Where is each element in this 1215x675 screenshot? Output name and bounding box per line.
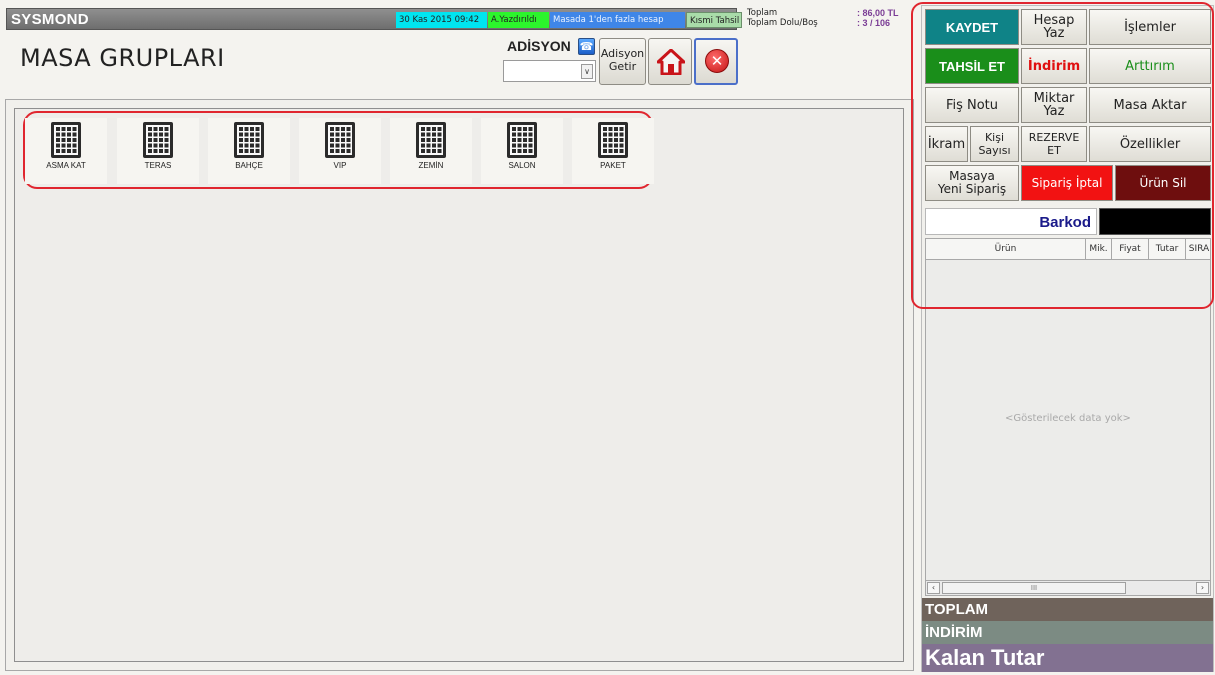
adisyon-getir-line2: Getir — [608, 60, 637, 73]
building-icon — [416, 122, 446, 158]
app-brand: SYSMOND — [11, 11, 89, 28]
table-groups-area — [14, 108, 904, 662]
info-message-badge: Masada 1'den fazla hesap — [550, 12, 685, 28]
adisyon-getir-button[interactable]: Adisyon Getir — [599, 38, 646, 85]
empty-grid-message: <Gösterilecek data yok> — [1005, 413, 1131, 424]
print-status-badge: A.Yazdırıldı — [488, 12, 549, 28]
building-icon — [234, 122, 264, 158]
home-button[interactable] — [648, 38, 692, 85]
phone-icon[interactable]: ☎ — [578, 38, 595, 55]
table-group-tile[interactable]: ASMA KAT — [25, 118, 107, 184]
chevron-down-icon[interactable]: ∨ — [581, 64, 593, 79]
building-icon — [143, 122, 173, 158]
close-button[interactable]: ✕ — [694, 38, 738, 85]
title-bar: SYSMOND 30 Kas 2015 09:42 A.Yazdırıldı M… — [6, 8, 742, 30]
table-group-label: SALON — [508, 161, 536, 170]
adisyon-select[interactable]: ∨ — [503, 60, 596, 82]
table-group-tile[interactable]: SALON — [481, 118, 563, 184]
partial-payment-button[interactable]: Kısmi Tahsil — [686, 12, 742, 28]
total-value: : 86,00 TL — [857, 8, 899, 18]
toplam-row: TOPLAM — [922, 598, 1213, 621]
home-icon — [657, 49, 685, 75]
table-group-label: BAHÇE — [235, 161, 263, 170]
table-group-tile[interactable]: VIP — [299, 118, 381, 184]
indirim-row: İNDİRİM — [922, 621, 1213, 644]
table-group-tile[interactable]: BAHÇE — [208, 118, 290, 184]
close-icon: ✕ — [705, 49, 729, 73]
adisyon-getir-line1: Adisyon — [600, 47, 645, 60]
page-title: MASA GRUPLARI — [20, 44, 225, 72]
summary-values: : 86,00 TL : 3 / 106 — [857, 8, 899, 28]
occupancy-value: : 3 / 106 — [857, 18, 891, 28]
table-group-label: TERAS — [144, 161, 172, 170]
date-time-badge: 30 Kas 2015 09:42 — [396, 12, 487, 28]
building-icon — [51, 122, 81, 158]
table-group-label: ZEMİN — [418, 161, 444, 170]
adisyon-label: ADİSYON — [507, 38, 571, 54]
summary-labels: Toplam Toplam Dolu/Boş — [747, 8, 818, 28]
table-group-tile[interactable]: PAKET — [572, 118, 654, 184]
table-group-tile[interactable]: ZEMİN — [390, 118, 472, 184]
table-group-tile[interactable]: TERAS — [117, 118, 199, 184]
occupancy-label: Toplam Dolu/Boş — [747, 18, 818, 28]
scroll-right-icon[interactable]: › — [1196, 582, 1209, 594]
building-icon — [507, 122, 537, 158]
table-group-label: VIP — [333, 161, 347, 170]
horizontal-scrollbar[interactable]: ‹ III › — [925, 580, 1211, 596]
scroll-thumb[interactable]: III — [942, 582, 1126, 594]
scroll-left-icon[interactable]: ‹ — [927, 582, 940, 594]
kalan-tutar-row: Kalan Tutar — [922, 644, 1213, 672]
building-icon — [598, 122, 628, 158]
table-group-label: ASMA KAT — [46, 161, 86, 170]
actions-highlight-annotation — [911, 2, 1214, 309]
building-icon — [325, 122, 355, 158]
table-group-label: PAKET — [600, 161, 626, 170]
total-label: Toplam — [747, 8, 778, 18]
